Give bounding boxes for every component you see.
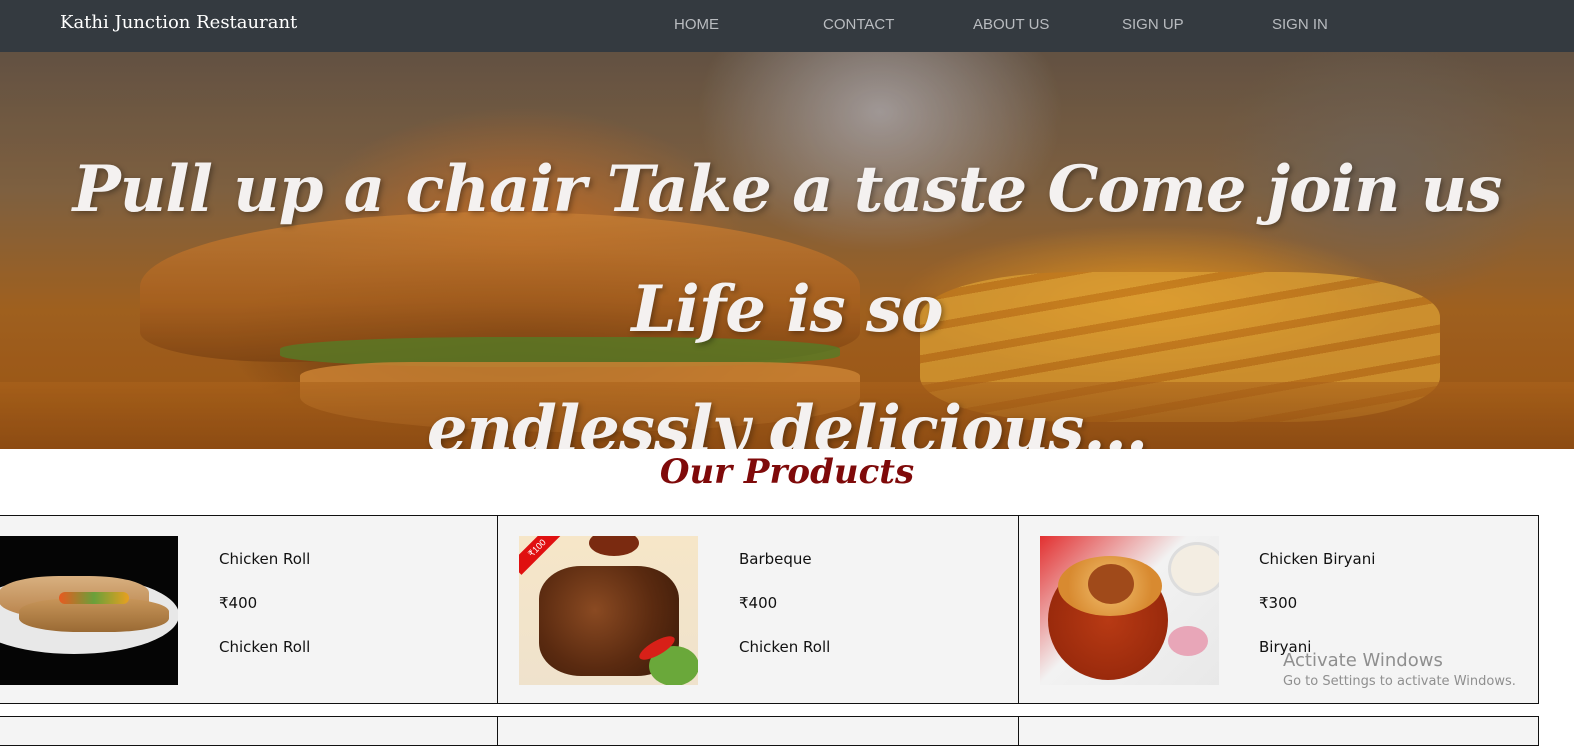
product-card[interactable]	[1018, 716, 1539, 746]
nav-contact-link[interactable]: CONTACT	[823, 16, 894, 33]
product-name: Chicken Biryani	[1259, 550, 1376, 568]
product-card[interactable]: Chicken Roll ₹400 Chicken Roll	[0, 515, 499, 704]
navbar: Kathi Junction Restaurant HOME CONTACT A…	[0, 0, 1574, 52]
hero-tagline: Pull up a chair Take a taste Come join u…	[20, 130, 1554, 449]
chicken-roll-image[interactable]	[0, 536, 178, 685]
vegetable-shape	[59, 592, 129, 604]
barbeque-image[interactable]: ₹100	[519, 536, 698, 685]
product-price: ₹400	[219, 594, 258, 612]
nav-about-us-link[interactable]: ABOUT US	[973, 16, 1049, 33]
product-category: Chicken Roll	[739, 638, 831, 656]
product-price: ₹300	[1259, 594, 1298, 612]
price-tag-badge: ₹100	[519, 536, 564, 575]
hero-tagline-line1: Pull up a chair Take a taste Come join u…	[72, 152, 1503, 347]
hero-banner: Pull up a chair Take a taste Come join u…	[0, 52, 1574, 449]
product-name: Chicken Roll	[219, 550, 311, 568]
sauce-bowl-shape	[589, 536, 639, 556]
product-name: Barbeque	[739, 550, 812, 568]
nav-home-link[interactable]: HOME	[674, 16, 719, 33]
brand-logo[interactable]: Kathi Junction Restaurant	[60, 12, 297, 33]
nav-sign-in-link[interactable]: SIGN IN	[1272, 16, 1328, 33]
product-card[interactable]: ₹100 Barbeque ₹400 Chicken Roll	[497, 515, 1020, 704]
onion-shape	[1168, 626, 1208, 656]
product-price: ₹400	[739, 594, 778, 612]
chicken-biryani-image[interactable]	[1040, 536, 1219, 685]
product-card[interactable]	[0, 716, 499, 746]
chicken-shape	[1088, 564, 1134, 604]
products-heading: Our Products	[659, 452, 915, 492]
product-card[interactable]	[497, 716, 1020, 746]
activate-windows-subtitle: Go to Settings to activate Windows.	[1283, 674, 1516, 689]
activate-windows-title: Activate Windows	[1283, 650, 1443, 671]
hero-tagline-line2: endlessly delicious...	[426, 392, 1148, 449]
product-category: Chicken Roll	[219, 638, 311, 656]
nav-sign-up-link[interactable]: SIGN UP	[1122, 16, 1184, 33]
raita-bowl-shape	[1168, 542, 1219, 596]
